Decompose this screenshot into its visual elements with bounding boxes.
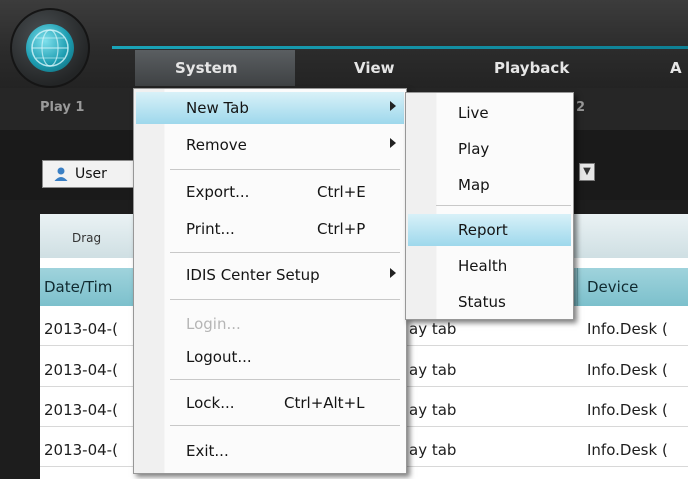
menu-bar: System View Playback A: [0, 0, 688, 88]
menu-a[interactable]: A: [670, 50, 682, 86]
submenu-item-label: Status: [458, 293, 506, 311]
menu-item-shortcut: Ctrl+Alt+L: [284, 394, 365, 412]
drag-hint: Drag: [72, 231, 102, 245]
menu-item-export[interactable]: Export... Ctrl+E: [136, 176, 404, 208]
user-combo-label: User: [75, 166, 107, 182]
submenu-arrow-icon: [390, 268, 396, 278]
menu-item-logout[interactable]: Logout...: [136, 341, 404, 373]
menu-separator: [170, 169, 400, 170]
submenu-arrow-icon: [390, 101, 396, 111]
column-device[interactable]: Device: [587, 278, 638, 296]
menu-view[interactable]: View: [354, 50, 395, 86]
submenu-item-label: Map: [458, 176, 490, 194]
menu-separator: [436, 205, 571, 206]
cell-date: 2013-04-(: [44, 320, 118, 338]
menu-separator: [170, 299, 400, 300]
cell-action: ay tab: [409, 401, 457, 419]
menu-separator: [170, 379, 400, 380]
menu-item-label: New Tab: [186, 99, 249, 117]
menu-item-label: Login...: [186, 315, 241, 333]
accent-line: [112, 46, 688, 49]
submenu-item-play[interactable]: Play: [408, 133, 571, 165]
menu-item-label: Remove: [186, 136, 247, 154]
menu-item-shortcut: Ctrl+P: [317, 220, 366, 238]
menu-item-label: Lock...: [186, 394, 235, 412]
cell-action: ay tab: [409, 320, 457, 338]
menu-item-label: Export...: [186, 183, 250, 201]
submenu-arrow-icon: [390, 138, 396, 148]
menu-item-print[interactable]: Print... Ctrl+P: [136, 213, 404, 245]
user-icon: [54, 167, 68, 181]
submenu-item-label: Live: [458, 104, 489, 122]
column-divider: [577, 268, 578, 306]
menu-system[interactable]: System: [135, 50, 295, 86]
menu-item-label: Exit...: [186, 442, 229, 460]
menu-item-label: Logout...: [186, 348, 252, 366]
app-window: System View Playback A Play 1 2 User ▼ D…: [0, 0, 688, 479]
cell-date: 2013-04-(: [44, 401, 118, 419]
system-menu: New Tab Remove Export... Ctrl+E Print...…: [133, 88, 407, 474]
cell-date: 2013-04-(: [44, 441, 118, 459]
submenu-item-label: Play: [458, 140, 490, 158]
menu-item-lock[interactable]: Lock... Ctrl+Alt+L: [136, 387, 404, 419]
cell-date: 2013-04-(: [44, 361, 118, 379]
submenu-item-health[interactable]: Health: [408, 250, 571, 282]
cell-device: Info.Desk (: [587, 441, 668, 459]
new-tab-submenu: Live Play Map Report Health Status: [405, 92, 574, 320]
cell-device: Info.Desk (: [587, 361, 668, 379]
menu-playback[interactable]: Playback: [494, 50, 569, 86]
app-logo[interactable]: [10, 8, 90, 88]
menu-separator: [170, 252, 400, 253]
column-date[interactable]: Date/Tim: [44, 278, 112, 296]
submenu-item-label: Health: [458, 257, 508, 275]
cell-action: ay tab: [409, 441, 457, 459]
tab-play-2[interactable]: 2: [576, 100, 585, 115]
tab-play-1[interactable]: Play 1: [40, 100, 84, 115]
menu-item-remove[interactable]: Remove: [136, 129, 404, 161]
cell-device: Info.Desk (: [587, 401, 668, 419]
cell-device: Info.Desk (: [587, 320, 668, 338]
menu-item-login[interactable]: Login...: [136, 308, 404, 340]
menu-item-exit[interactable]: Exit...: [136, 435, 404, 467]
submenu-item-live[interactable]: Live: [408, 97, 571, 129]
menu-item-center-setup[interactable]: IDIS Center Setup: [136, 259, 404, 291]
menu-separator: [170, 425, 400, 426]
menu-item-new-tab[interactable]: New Tab: [136, 92, 404, 124]
globe-icon: [31, 29, 69, 67]
submenu-item-status[interactable]: Status: [408, 286, 571, 318]
menu-item-shortcut: Ctrl+E: [317, 183, 366, 201]
submenu-item-report[interactable]: Report: [408, 214, 571, 246]
cell-action: ay tab: [409, 361, 457, 379]
menu-item-label: IDIS Center Setup: [186, 266, 320, 284]
submenu-item-label: Report: [458, 221, 508, 239]
chevron-down-icon[interactable]: ▼: [579, 163, 595, 181]
menu-item-label: Print...: [186, 220, 235, 238]
submenu-item-map[interactable]: Map: [408, 169, 571, 201]
